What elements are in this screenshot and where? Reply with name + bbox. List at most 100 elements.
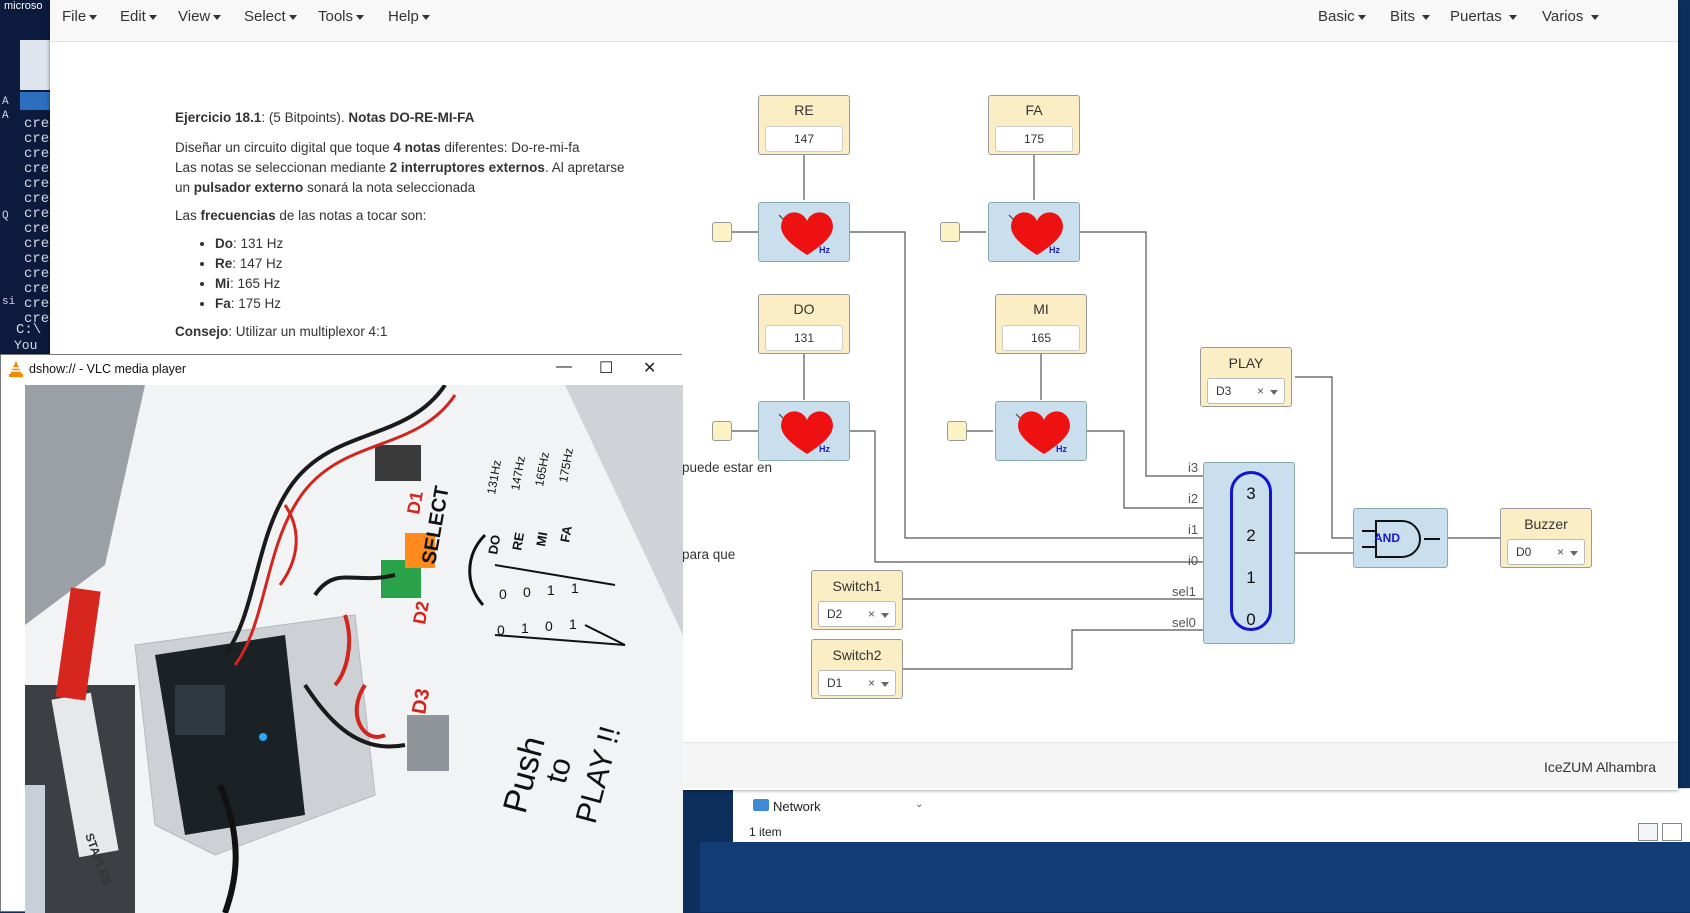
clock-input-port[interactable]	[940, 222, 960, 242]
constant-value[interactable]: 147	[765, 126, 843, 152]
clock-input-port[interactable]	[712, 421, 732, 441]
wb-bit: 0	[497, 622, 505, 638]
minimize-button[interactable]: —	[556, 358, 572, 376]
pin-select[interactable]: D1 ×	[818, 670, 896, 696]
wb-bit: 1	[547, 582, 555, 598]
powershell-icon[interactable]	[20, 92, 50, 110]
pin-value: D2	[827, 607, 843, 621]
tone-generator-fa[interactable]: Hz	[988, 202, 1080, 262]
terminal-prompt: C:\	[16, 322, 42, 338]
terminal-line: cre	[24, 131, 50, 147]
clear-icon[interactable]: ×	[868, 671, 875, 695]
input-block-switch1[interactable]: Switch1 D2 ×	[811, 570, 903, 630]
constant-block-do[interactable]: DO 131	[758, 294, 850, 354]
mux-number: 3	[1246, 484, 1256, 503]
vlc-title-bar[interactable]: dshow:// - VLC media player — ☐ ✕	[1, 355, 683, 385]
mux-number: 1	[1246, 568, 1256, 587]
terminal-line: cre	[24, 251, 50, 267]
mux-input-label: i3	[1188, 460, 1199, 475]
mux-number: 0	[1246, 610, 1256, 629]
terminal-title: microso	[4, 0, 43, 12]
terminal-line: cre	[24, 296, 50, 312]
dropdown-arrow-icon[interactable]	[881, 682, 889, 687]
constant-label: DO	[793, 301, 815, 317]
terminal-line: cre	[24, 116, 50, 132]
dropdown-arrow-icon[interactable]	[1570, 551, 1578, 556]
tiles-view-icon[interactable]	[1662, 823, 1682, 841]
input-label: Switch1	[832, 578, 882, 594]
details-view-icon[interactable]	[1638, 823, 1658, 841]
chevron-down-icon[interactable]: ⌄	[915, 799, 923, 810]
clock-input-port[interactable]	[712, 222, 732, 242]
wb-bit: 0	[499, 586, 507, 602]
terminal-line: cre	[24, 266, 50, 282]
webcam-scene: SELECT 131Hz 147Hz 165Hz 175Hz DO RE MI …	[25, 385, 683, 913]
hz-label: Hz	[819, 444, 830, 454]
constant-label: MI	[1033, 301, 1049, 317]
constant-value[interactable]: 165	[1002, 325, 1080, 351]
clear-icon[interactable]: ×	[1257, 379, 1264, 403]
input-block-switch2[interactable]: Switch2 D1 ×	[811, 639, 903, 699]
wb-d2: D2	[409, 600, 433, 626]
constant-block-mi[interactable]: MI 165	[995, 294, 1087, 354]
vlc-window[interactable]: dshow:// - VLC media player — ☐ ✕ SELECT…	[0, 354, 683, 913]
desktop-thumbnail	[20, 40, 50, 90]
mux-number: 2	[1246, 526, 1256, 545]
maximize-button[interactable]: ☐	[599, 358, 613, 378]
side-label: A	[2, 96, 9, 108]
input-label: Switch2	[832, 647, 882, 663]
pin-select[interactable]: D0 ×	[1507, 539, 1585, 565]
tone-generator-mi[interactable]: Hz	[995, 401, 1087, 461]
terminal-line: cre	[24, 161, 50, 177]
terminal-line: cre	[24, 191, 50, 207]
wb-note: FA	[557, 524, 575, 544]
dropdown-arrow-icon[interactable]	[881, 613, 889, 618]
constant-label: FA	[1025, 102, 1043, 118]
mux-input-label: i1	[1188, 522, 1199, 537]
clock-input-port[interactable]	[947, 421, 967, 441]
wb-note: RE	[509, 531, 527, 552]
output-block-buzzer[interactable]: Buzzer D0 ×	[1500, 508, 1592, 568]
tone-generator-do[interactable]: Hz	[758, 401, 850, 461]
terminal-line: cre	[24, 236, 50, 252]
clear-icon[interactable]: ×	[1557, 540, 1564, 564]
clear-icon[interactable]: ×	[868, 602, 875, 626]
constant-value[interactable]: 131	[765, 325, 843, 351]
wb-d1: D1	[403, 490, 427, 516]
mux-input-label: sel0	[1172, 615, 1196, 630]
and-gate[interactable]: AND	[1353, 508, 1448, 568]
pin-select[interactable]: D3 ×	[1207, 378, 1285, 404]
and-label: AND	[1374, 531, 1400, 545]
multiplexer-4to1[interactable]: 3 2 1 0	[1203, 462, 1295, 644]
constant-block-fa[interactable]: FA 175	[988, 95, 1080, 155]
output-label: Buzzer	[1524, 516, 1568, 532]
mux-input-label: sel1	[1172, 584, 1196, 599]
terminal-line: cre	[24, 176, 50, 192]
dropdown-arrow-icon[interactable]	[1270, 390, 1278, 395]
constant-label: RE	[794, 102, 814, 118]
close-button[interactable]: ✕	[643, 358, 656, 378]
terminal-line: You	[14, 338, 38, 353]
terminal-line: cre	[24, 221, 50, 237]
pin-value: D1	[827, 676, 843, 690]
hz-label: Hz	[1049, 245, 1060, 255]
wb-bit: 0	[545, 618, 553, 634]
pin-select[interactable]: D2 ×	[818, 601, 896, 627]
terminal-line: cre	[24, 281, 50, 297]
vlc-title: dshow:// - VLC media player	[29, 362, 187, 376]
item-count: 1 item	[749, 825, 782, 839]
side-label: si	[2, 296, 16, 308]
board-label[interactable]: IceZUM Alhambra	[1544, 759, 1656, 775]
hz-label: Hz	[1056, 444, 1067, 454]
wb-bit: 1	[571, 580, 579, 596]
wb-bit: 1	[569, 616, 577, 632]
network-icon	[753, 799, 769, 811]
wb-note: MI	[533, 531, 550, 548]
constant-value[interactable]: 175	[995, 126, 1073, 152]
input-block-play[interactable]: PLAY D3 ×	[1200, 347, 1292, 407]
tone-generator-re[interactable]: Hz	[758, 202, 850, 262]
constant-block-re[interactable]: RE 147	[758, 95, 850, 155]
hz-label: Hz	[819, 245, 830, 255]
mux-input-label: i2	[1188, 491, 1199, 506]
network-item[interactable]: Network	[773, 799, 821, 814]
